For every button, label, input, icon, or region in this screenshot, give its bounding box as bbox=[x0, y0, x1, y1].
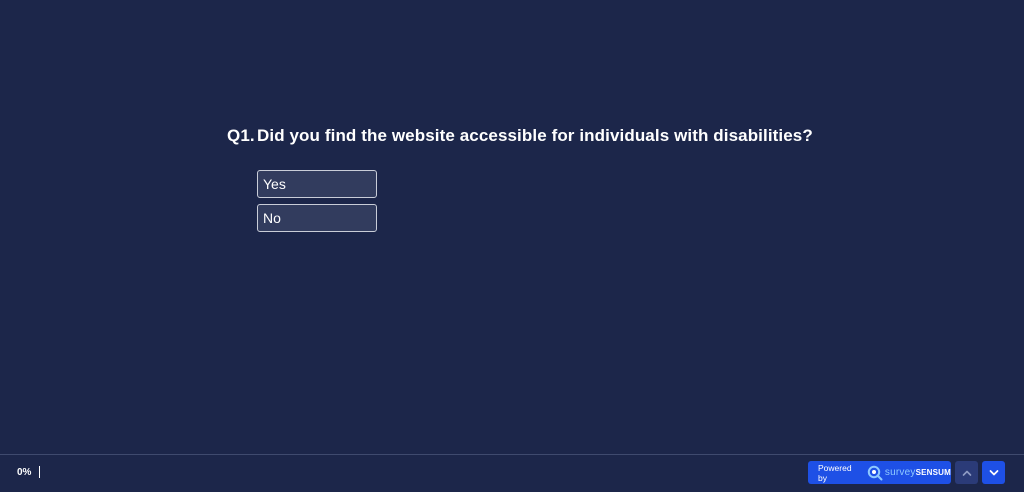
option-no[interactable]: No bbox=[257, 204, 377, 232]
surveysensum-logo: survey SENSUM bbox=[867, 465, 951, 481]
brand-name-survey: survey bbox=[884, 467, 916, 478]
chevron-down-icon bbox=[989, 469, 998, 475]
chevron-up-icon bbox=[962, 470, 971, 476]
powered-by-label: Powered by bbox=[818, 462, 852, 483]
survey-footer: 0% Powered by survey SENSUM bbox=[0, 454, 1024, 492]
question-header: Q1. Did you find the website accessible … bbox=[227, 126, 813, 146]
option-no-label: No bbox=[263, 210, 281, 226]
powered-by-badge[interactable]: Powered by survey SENSUM bbox=[808, 461, 951, 484]
question-text: Did you find the website accessible for … bbox=[257, 126, 813, 145]
previous-question-button[interactable] bbox=[955, 461, 978, 484]
brand-name-sensum: SENSUM bbox=[915, 468, 951, 477]
surveysensum-logo-icon bbox=[867, 465, 883, 480]
option-yes-label: Yes bbox=[263, 176, 286, 192]
answer-options: Yes No bbox=[257, 170, 377, 238]
progress-percentage: 0% bbox=[17, 467, 32, 478]
question-block: Q1. Did you find the website accessible … bbox=[227, 126, 813, 232]
question-number: Q1. bbox=[227, 126, 255, 145]
survey-page: Q1. Did you find the website accessible … bbox=[0, 0, 1024, 492]
next-question-button[interactable] bbox=[982, 461, 1005, 484]
option-yes[interactable]: Yes bbox=[257, 170, 377, 198]
progress-divider bbox=[39, 466, 40, 478]
